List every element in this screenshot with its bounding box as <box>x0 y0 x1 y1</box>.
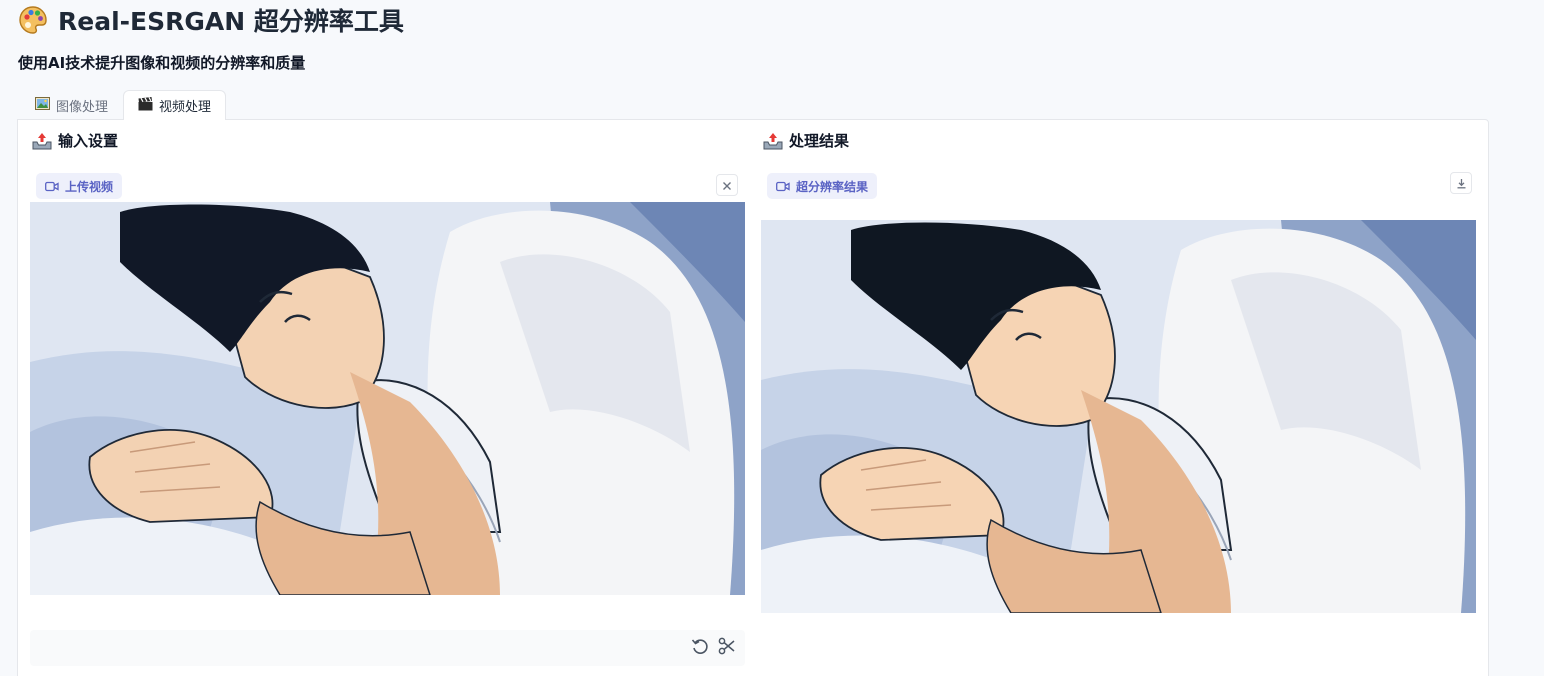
video-camera-icon <box>776 181 790 192</box>
close-icon <box>722 176 732 195</box>
video-edit-toolbar <box>30 630 745 666</box>
app-subtitle: 使用AI技术提升图像和视频的分辨率和质量 <box>18 54 306 72</box>
trim-button[interactable] <box>717 637 737 659</box>
output-video-player[interactable] <box>761 220 1476 613</box>
result-heading: 处理结果 <box>763 130 849 151</box>
app-title: Real-ESRGAN 超分辨率工具 <box>18 3 404 37</box>
clear-video-button[interactable] <box>716 174 738 196</box>
input-settings-title: 输入设置 <box>58 132 119 150</box>
result-title: 处理结果 <box>789 132 850 150</box>
result-label-text: 超分辨率结果 <box>796 179 869 194</box>
scissors-icon <box>718 637 736 659</box>
video-camera-icon <box>45 181 59 192</box>
clapper-icon <box>138 96 153 115</box>
tab-bar: 图像处理 视频处理 <box>20 90 227 120</box>
upload-video-label: 上传视频 <box>36 173 123 199</box>
download-button[interactable] <box>1450 172 1472 194</box>
undo-button[interactable] <box>690 638 710 658</box>
outbox-tray-icon <box>763 132 783 150</box>
tab-label: 图像处理 <box>56 100 109 115</box>
app-title-text: Real-ESRGAN 超分辨率工具 <box>58 7 404 36</box>
output-video-frame <box>761 220 1476 613</box>
upload-video-text: 上传视频 <box>65 179 114 194</box>
download-icon <box>1456 174 1467 193</box>
palette-icon <box>18 5 48 35</box>
tab-label: 视频处理 <box>159 100 212 115</box>
input-settings-heading: 输入设置 <box>32 130 118 151</box>
super-resolution-result-label: 超分辨率结果 <box>767 173 878 199</box>
input-video-player[interactable] <box>30 202 745 595</box>
picture-icon <box>35 97 50 114</box>
input-video-frame <box>30 202 745 595</box>
outbox-tray-icon <box>32 132 52 150</box>
tab-video-processing[interactable]: 视频处理 <box>123 90 227 120</box>
tab-image-processing[interactable]: 图像处理 <box>20 90 123 120</box>
video-processing-panel: 输入设置 上传视频 处理结果 超分辨率结果 <box>17 119 1489 676</box>
undo-icon <box>691 637 709 659</box>
